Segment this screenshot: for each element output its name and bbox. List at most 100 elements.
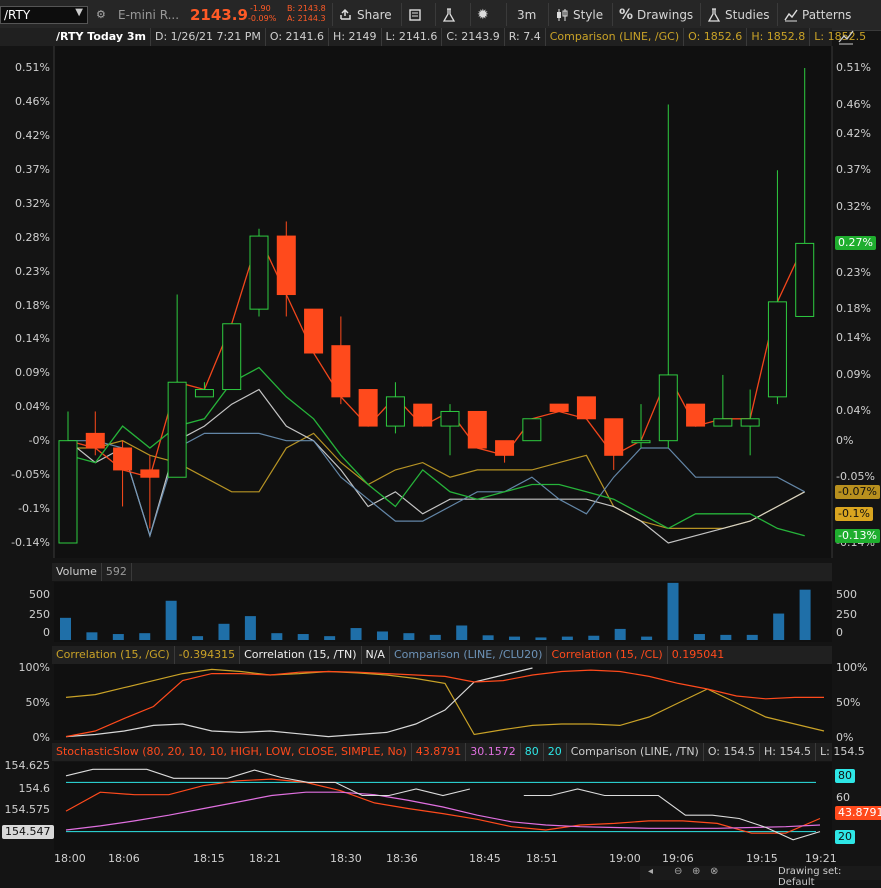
share-button[interactable]: Share	[332, 3, 398, 26]
volume-bar	[588, 635, 600, 640]
gear-button[interactable]: ✹	[470, 3, 502, 26]
candle-body	[576, 396, 596, 420]
bar-range: R: 7.4	[505, 28, 546, 46]
settings-icon[interactable]: ⚙	[96, 8, 106, 21]
price-change: -1.90	[250, 4, 271, 13]
zoom-in-icon[interactable]: ⊕	[692, 866, 700, 877]
drawings-button[interactable]: % Drawings	[612, 3, 696, 26]
volume-bar	[561, 636, 573, 640]
right-axis-label: 0.04%	[836, 404, 871, 418]
right-axis-label: 0.32%	[836, 199, 871, 213]
bid-price: B: 2143.8	[287, 4, 326, 13]
stoch-axis-left: 154.625	[4, 759, 51, 772]
time-label: 19:00	[609, 852, 641, 865]
right-axis-label: 0%	[836, 433, 854, 447]
flask-button[interactable]	[435, 3, 467, 26]
corr-axis-right: 100%	[836, 661, 868, 674]
right-axis-label: 0.42%	[836, 126, 871, 140]
candle-body	[549, 403, 569, 412]
volume-bar	[324, 636, 336, 640]
volume-bar	[614, 628, 626, 640]
volume-bar	[86, 632, 98, 640]
candle-body	[686, 403, 706, 427]
time-label: 18:51	[526, 852, 558, 865]
candle-body	[358, 389, 378, 427]
volume-axis-right: 250	[836, 608, 857, 621]
candle-body	[604, 418, 624, 456]
zoom-out-icon[interactable]: ⊖	[674, 866, 682, 877]
right-axis-label: 0.46%	[836, 97, 871, 111]
volume-bar	[456, 625, 468, 640]
corr-gc-label: Correlation (15, /GC)	[52, 646, 175, 664]
corr-axis-left: 50%	[25, 696, 50, 709]
candle-body	[740, 418, 760, 427]
right-axis-label: 0.51%	[836, 61, 871, 74]
stochastic-chart[interactable]	[0, 762, 881, 850]
time-label: 18:36	[386, 852, 418, 865]
top-toolbar: /RTY ▼ ⚙ E-mini R... 2143.9 -1.90 -0.09%…	[0, 0, 881, 31]
volume-bar	[271, 633, 283, 640]
expand-icon[interactable]	[837, 28, 855, 46]
volume-bar	[244, 616, 256, 640]
value-tag: 0.27%	[835, 236, 876, 251]
timeframe-button[interactable]: 3m	[506, 3, 544, 26]
value-tag: -0.13%	[835, 528, 880, 543]
volume-bar	[297, 634, 309, 640]
ask-price: A: 2144.3	[287, 14, 326, 23]
correlation-chart[interactable]	[0, 664, 881, 740]
stoch-low: L: 154.5	[819, 745, 865, 758]
chevron-down-icon[interactable]: ▼	[75, 7, 83, 18]
plot-area	[54, 46, 832, 558]
stoch-value-tag: 20	[835, 830, 855, 844]
right-axis-label: 0.14%	[836, 331, 871, 345]
studies-button[interactable]: Studies	[700, 3, 774, 26]
volume-bar	[350, 628, 362, 640]
zoom-reset-icon[interactable]: ⊗	[710, 866, 718, 877]
stochastic-header: StochasticSlow (80, 20, 10, 10, HIGH, LO…	[52, 743, 865, 761]
volume-bar	[535, 637, 547, 640]
volume-bar	[720, 634, 732, 640]
patterns-button[interactable]: Patterns	[777, 3, 881, 26]
stoch-os: 20	[544, 743, 567, 761]
volume-axis-left: 500	[29, 588, 50, 601]
bar-low: L: 2141.6	[382, 28, 443, 46]
right-axis-label: 0.37%	[836, 163, 871, 177]
left-axis-label: -0.1%	[18, 502, 50, 516]
volume-bar	[641, 636, 653, 640]
footer-bar: ◂ ⊖ ⊕ ⊗ Drawing set: Default	[640, 866, 881, 888]
time-label: 18:21	[249, 852, 281, 865]
bar-date: D: 1/26/21 7:21 PM	[151, 28, 266, 46]
right-axis-label: 0.18%	[836, 302, 871, 316]
drawing-set-label[interactable]: Drawing set: Default	[778, 866, 881, 888]
time-label: 18:06	[108, 852, 140, 865]
time-label: 19:06	[662, 852, 694, 865]
candle-body	[222, 323, 242, 391]
style-button[interactable]: Style	[548, 3, 610, 26]
left-axis-label: -0.05%	[11, 468, 50, 482]
correlation-header: Correlation (15, /GC) -0.394315 Correlat…	[52, 646, 832, 664]
patterns-label: Patterns	[802, 7, 852, 22]
left-axis-label: -0.14%	[11, 536, 50, 549]
scroll-left-icon[interactable]: ◂	[648, 866, 653, 877]
corr-clu-label: Comparison (LINE, /CLU20)	[390, 646, 548, 664]
symbol-input[interactable]: /RTY ▼	[0, 6, 88, 24]
time-label: 18:15	[193, 852, 225, 865]
volume-chart[interactable]	[0, 582, 881, 642]
candle-body	[713, 418, 733, 427]
candle-body	[249, 235, 269, 310]
candle-body	[385, 396, 405, 427]
volume-axis-right: 500	[836, 588, 857, 601]
right-axis-label: 0.09%	[836, 367, 871, 381]
time-label: 18:00	[54, 852, 86, 865]
notebook-icon	[409, 8, 421, 21]
time-label: 19:21	[805, 852, 837, 865]
candle-body	[467, 410, 487, 449]
last-price: 2143.9	[190, 6, 248, 24]
value-tag: -0.07%	[835, 484, 880, 499]
price-chart[interactable]	[0, 46, 881, 558]
snapshot-button[interactable]	[401, 3, 431, 26]
stoch-high: H: 154.5	[760, 743, 816, 761]
drawings-label: Drawings	[637, 7, 694, 22]
stoch-open: O: 154.5	[704, 743, 761, 761]
corr-tn-label: Correlation (15, /TN)	[240, 646, 362, 664]
